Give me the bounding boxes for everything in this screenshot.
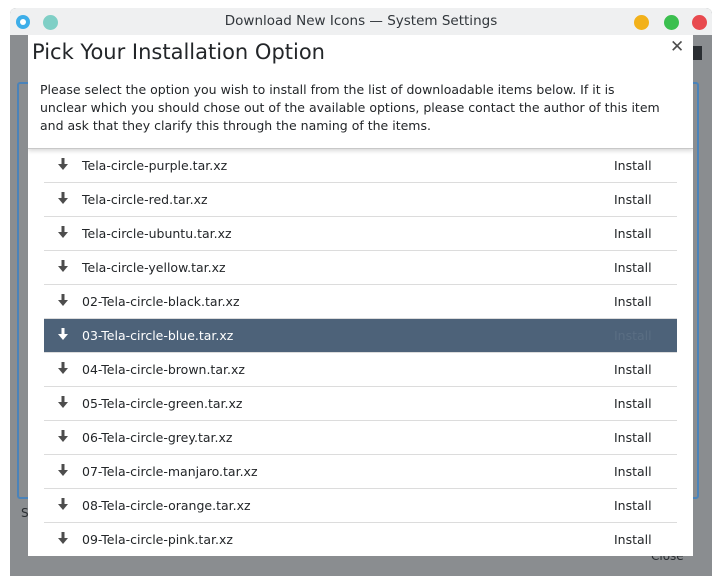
list-item[interactable]: 08-Tela-circle-orange.tar.xz Install <box>44 489 677 523</box>
item-filename: 08-Tela-circle-orange.tar.xz <box>82 498 251 513</box>
list-item[interactable]: 09-Tela-circle-pink.tar.xz Install <box>44 523 677 556</box>
window-titlebar[interactable]: Download New Icons — System Settings <box>10 8 712 35</box>
window-title: Download New Icons — System Settings <box>224 13 498 29</box>
maximize-button[interactable] <box>664 15 679 30</box>
download-arrow-icon <box>58 362 68 374</box>
item-filename: Tela-circle-yellow.tar.xz <box>82 260 226 275</box>
download-arrow-icon <box>58 396 68 408</box>
download-arrow-icon <box>58 498 68 510</box>
install-button[interactable]: Install <box>614 362 652 377</box>
list-item[interactable]: Tela-circle-red.tar.xz Install <box>44 183 677 217</box>
download-arrow-icon <box>58 226 68 238</box>
item-filename: 02-Tela-circle-black.tar.xz <box>82 294 240 309</box>
close-window-button[interactable] <box>692 15 707 30</box>
download-arrow-icon <box>58 260 68 272</box>
item-filename: 05-Tela-circle-green.tar.xz <box>82 396 243 411</box>
item-filename: 03-Tela-circle-blue.tar.xz <box>82 328 234 343</box>
install-button[interactable]: Install <box>614 464 652 479</box>
download-items-list: Tela-circle-purple.tar.xz Install Tela-cir… <box>44 149 677 556</box>
close-icon[interactable]: ✕ <box>670 37 684 57</box>
list-item[interactable]: 06-Tela-circle-grey.tar.xz Install <box>44 421 677 455</box>
installation-option-dialog: Pick Your Installation Option ✕ Please s… <box>28 35 693 556</box>
download-arrow-icon <box>58 430 68 442</box>
install-button[interactable]: Install <box>614 260 652 275</box>
install-button[interactable]: Install <box>614 158 652 173</box>
list-item[interactable]: Tela-circle-ubuntu.tar.xz Install <box>44 217 677 251</box>
item-filename: Tela-circle-ubuntu.tar.xz <box>82 226 232 241</box>
dialog-title: Pick Your Installation Option <box>32 40 325 64</box>
list-item[interactable]: Tela-circle-purple.tar.xz Install <box>44 149 677 183</box>
list-item[interactable]: 07-Tela-circle-manjaro.tar.xz Install <box>44 455 677 489</box>
install-button[interactable]: Install <box>614 226 652 241</box>
list-item[interactable]: 03-Tela-circle-blue.tar.xz Install <box>44 319 677 353</box>
minimize-button[interactable] <box>634 15 649 30</box>
download-arrow-icon <box>58 532 68 544</box>
download-arrow-icon <box>58 464 68 476</box>
list-item[interactable]: 02-Tela-circle-black.tar.xz Install <box>44 285 677 319</box>
install-button[interactable]: Install <box>614 328 652 343</box>
item-filename: 04-Tela-circle-brown.tar.xz <box>82 362 245 377</box>
item-filename: 07-Tela-circle-manjaro.tar.xz <box>82 464 258 479</box>
item-filename: 06-Tela-circle-grey.tar.xz <box>82 430 233 445</box>
list-item[interactable]: 05-Tela-circle-green.tar.xz Install <box>44 387 677 421</box>
list-item[interactable]: 04-Tela-circle-brown.tar.xz Install <box>44 353 677 387</box>
download-arrow-icon <box>58 192 68 204</box>
install-button[interactable]: Install <box>614 430 652 445</box>
install-button[interactable]: Install <box>614 294 652 309</box>
item-filename: Tela-circle-purple.tar.xz <box>82 158 228 173</box>
dialog-description: Please select the option you wish to ins… <box>40 82 660 133</box>
install-button[interactable]: Install <box>614 192 652 207</box>
item-filename: 09-Tela-circle-pink.tar.xz <box>82 532 233 547</box>
install-button[interactable]: Install <box>614 532 652 547</box>
list-item[interactable]: Tela-circle-yellow.tar.xz Install <box>44 251 677 285</box>
item-filename: Tela-circle-red.tar.xz <box>82 192 208 207</box>
download-arrow-icon <box>58 294 68 306</box>
download-arrow-icon <box>58 158 68 170</box>
download-arrow-icon <box>58 328 68 340</box>
install-button[interactable]: Install <box>614 498 652 513</box>
dialog-header: Pick Your Installation Option ✕ Please s… <box>28 35 693 149</box>
install-button[interactable]: Install <box>614 396 652 411</box>
